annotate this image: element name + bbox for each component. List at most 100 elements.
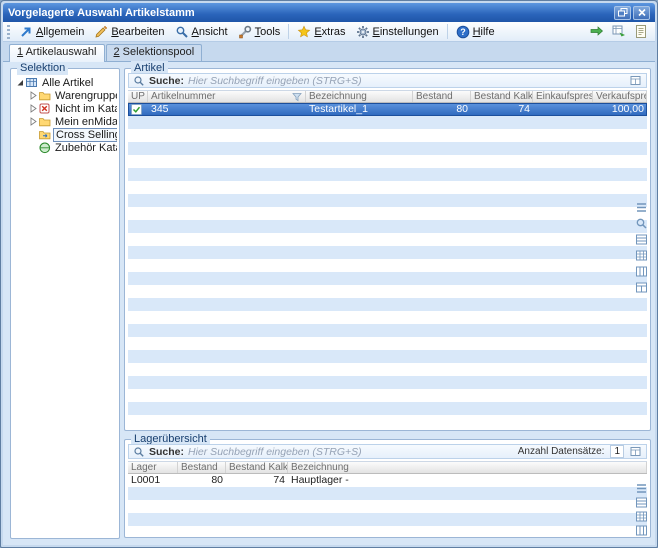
rows-icon[interactable] bbox=[635, 496, 648, 509]
menu-item-hilfe[interactable]: ?Hilfe bbox=[451, 24, 500, 40]
empty-row bbox=[128, 402, 647, 415]
transfer-icon[interactable] bbox=[587, 23, 606, 40]
tree-item-cross-selling-katalog[interactable]: Cross Selling Katalog bbox=[13, 128, 117, 141]
column-header-bestand-kalk[interactable]: Bestand Kalk. bbox=[471, 91, 533, 102]
menubar: Allgemein Bearbeiten AnsichtTools Extras Ein… bbox=[3, 22, 655, 42]
cell: 345 bbox=[148, 103, 306, 116]
menu-item-extras[interactable]: Extras bbox=[292, 24, 350, 40]
allgemein-icon bbox=[19, 25, 33, 39]
empty-row bbox=[128, 116, 647, 129]
toolbar-gripper[interactable] bbox=[7, 25, 10, 39]
empty-row bbox=[128, 194, 647, 207]
tree-item-label: Zubehör Katalog bbox=[53, 142, 117, 154]
empty-row bbox=[128, 311, 647, 324]
tree-item-label: Cross Selling Katalog bbox=[53, 128, 117, 142]
lageruebersicht-panel: Lagerübersicht Suche: Hier Suchbegriff e… bbox=[124, 439, 651, 538]
close-button[interactable] bbox=[633, 6, 650, 20]
tree-item-zubeh-r-katalog[interactable]: Zubehör Katalog bbox=[13, 141, 117, 154]
tree-item-warengruppen[interactable]: Warengruppen bbox=[13, 89, 117, 102]
selektion-panel-title: Selektion bbox=[17, 61, 68, 75]
menu-item-label: Hilfe bbox=[473, 26, 495, 38]
selektion-panel: Selektion Alle ArtikelWarengruppenNicht … bbox=[10, 68, 120, 539]
tree-item-label: Alle Artikel bbox=[40, 77, 95, 89]
expander-collapsed-icon[interactable] bbox=[28, 91, 39, 100]
export-grid-icon[interactable] bbox=[609, 23, 628, 40]
menu-item-einstellungen[interactable]: Einstellungen bbox=[351, 24, 444, 40]
search-side-icon[interactable] bbox=[635, 217, 648, 230]
record-count-label: Anzahl Datensätze: bbox=[518, 446, 605, 457]
record-count-value: 1 bbox=[610, 445, 624, 458]
table-row[interactable]: L00018074Hauptlager - bbox=[128, 474, 647, 487]
notes-icon[interactable] bbox=[631, 23, 650, 40]
column-header-lager[interactable]: Lager bbox=[128, 462, 178, 473]
menu-item-ansicht[interactable]: Ansicht bbox=[170, 24, 233, 40]
hilfe-icon: ? bbox=[456, 25, 470, 39]
column-header-label: Bestand bbox=[416, 91, 453, 102]
column-header-up[interactable]: UP bbox=[128, 91, 148, 102]
column-header-bezeichnung[interactable]: Bezeichnung bbox=[306, 91, 413, 102]
expander-collapsed-icon[interactable] bbox=[28, 117, 39, 126]
menu-item-bearbeiten[interactable]: Bearbeiten bbox=[89, 24, 169, 40]
folder-icon bbox=[39, 90, 53, 102]
cell: L0001 bbox=[128, 474, 178, 487]
empty-row bbox=[128, 324, 647, 337]
tab-label: 2 Selektionspool bbox=[114, 46, 195, 58]
tree-item-alle-artikel[interactable]: Alle Artikel bbox=[13, 76, 117, 89]
menu-item-label: Bearbeiten bbox=[111, 26, 164, 38]
lager-table-body: L00018074Hauptlager - bbox=[128, 474, 647, 535]
tab-label: 1 Artikelauswahl bbox=[17, 46, 97, 58]
catalog-icon bbox=[39, 129, 53, 141]
cell: 74 bbox=[226, 474, 288, 487]
empty-row bbox=[128, 246, 647, 259]
list-icon[interactable] bbox=[635, 201, 648, 214]
column-header-bestand[interactable]: Bestand bbox=[178, 462, 226, 473]
cell: Testartikel_1 bbox=[306, 103, 413, 116]
expander-collapsed-icon[interactable] bbox=[28, 104, 39, 113]
empty-row bbox=[128, 513, 647, 526]
column-chooser-icon[interactable] bbox=[630, 446, 642, 458]
column-header-bestand-kalk[interactable]: Bestand Kalk. bbox=[226, 462, 288, 473]
column-header-artikelnummer[interactable]: Artikelnummer bbox=[148, 91, 306, 102]
lager-side-toolbar bbox=[635, 482, 648, 537]
grid-icon[interactable] bbox=[635, 249, 648, 262]
column-header-einkaufspres[interactable]: Einkaufspres bbox=[533, 91, 593, 102]
tree-item-mein-enmida[interactable]: Mein enMida bbox=[13, 115, 117, 128]
restore-button[interactable] bbox=[614, 6, 631, 20]
empty-row bbox=[128, 142, 647, 155]
menu-item-tools[interactable]: Tools bbox=[233, 24, 286, 40]
tree-item-nicht-im-katalog[interactable]: Nicht im Katalog bbox=[13, 102, 117, 115]
grid-icon[interactable] bbox=[635, 510, 648, 523]
menu-item-allgemein[interactable]: Allgemein bbox=[14, 24, 89, 40]
empty-row bbox=[128, 389, 647, 402]
lager-search-row[interactable]: Suche: Hier Suchbegriff eingeben (STRG+S… bbox=[128, 444, 647, 459]
empty-row bbox=[128, 168, 647, 181]
artikel-search-row[interactable]: Suche: Hier Suchbegriff eingeben (STRG+S… bbox=[128, 73, 647, 88]
rows-icon[interactable] bbox=[635, 233, 648, 246]
row-status-icon bbox=[131, 104, 142, 115]
empty-row bbox=[128, 259, 647, 272]
tab-bar: 1 Artikelauswahl 2 Selektionspool bbox=[9, 44, 202, 62]
column-header-bestand[interactable]: Bestand bbox=[413, 91, 471, 102]
column-header-label: UP bbox=[131, 91, 145, 102]
column-header-verkaufspres[interactable]: Verkaufspres bbox=[593, 91, 647, 102]
columns-icon[interactable] bbox=[635, 524, 648, 537]
expander-expanded-icon[interactable] bbox=[15, 78, 26, 87]
not-in-catalog-icon bbox=[39, 103, 53, 115]
column-header-label: Einkaufspres bbox=[536, 91, 593, 102]
layout-icon[interactable] bbox=[635, 281, 648, 294]
content-area: Selektion Alle ArtikelWarengruppenNicht … bbox=[3, 61, 655, 545]
extras-icon bbox=[297, 25, 311, 39]
cell bbox=[533, 103, 593, 116]
menu-item-label: Extras bbox=[314, 26, 345, 38]
menu-item-label: Allgemein bbox=[36, 26, 84, 38]
columns-icon[interactable] bbox=[635, 265, 648, 278]
table-row[interactable]: 345Testartikel_18074100,00 bbox=[128, 103, 647, 116]
column-chooser-icon[interactable] bbox=[630, 75, 642, 87]
list-icon[interactable] bbox=[635, 482, 648, 495]
tab-2-selektionspool[interactable]: 2 Selektionspool bbox=[106, 44, 203, 61]
column-header-label: Bestand Kalk. bbox=[474, 91, 533, 102]
restore-icon bbox=[617, 7, 629, 18]
empty-row bbox=[128, 220, 647, 233]
column-header-bezeichnung[interactable]: Bezeichnung bbox=[288, 462, 647, 473]
tab-1-artikelauswahl[interactable]: 1 Artikelauswahl bbox=[9, 44, 105, 62]
